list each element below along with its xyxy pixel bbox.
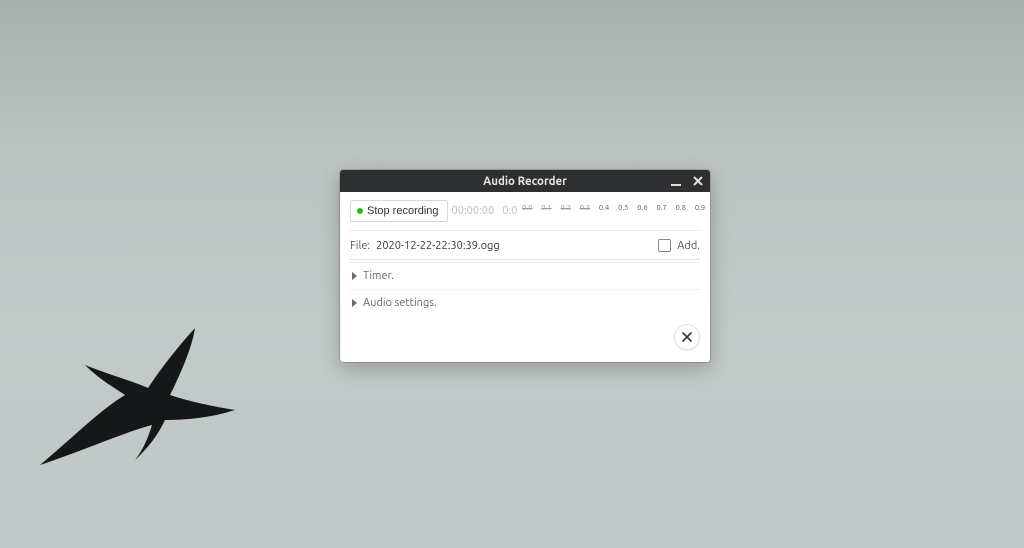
timer-expander-label: Timer.: [363, 270, 394, 282]
level-scale-tick: 0.5: [618, 204, 628, 212]
bottom-bar: [350, 316, 700, 356]
elapsed-time: 00:00:00: [452, 205, 495, 217]
recording-status-row: Stop recording 00:00:00 0.0 0.0 0.1 0.2 0.3…: [350, 192, 700, 231]
add-checkbox[interactable]: [658, 239, 671, 252]
file-divider: [350, 259, 700, 260]
wallpaper-eagle-silhouette: [30, 320, 250, 490]
add-label: Add.: [677, 240, 700, 252]
file-label: File:: [350, 240, 370, 252]
recording-indicator-icon: [357, 208, 363, 214]
chevron-right-icon: [352, 272, 357, 280]
minimize-button[interactable]: [668, 173, 684, 189]
audio-settings-expander-label: Audio settings.: [363, 297, 437, 309]
stop-recording-button[interactable]: Stop recording: [350, 200, 448, 222]
stop-recording-label: Stop recording: [367, 205, 439, 217]
titlebar[interactable]: Audio Recorder: [340, 170, 710, 192]
audio-recorder-window: Audio Recorder Stop recording 00:00:00 0…: [340, 170, 710, 362]
level-current: 0.0: [502, 205, 517, 217]
level-scale-tick: 0.8: [676, 204, 686, 212]
timer-expander[interactable]: Timer.: [350, 262, 700, 289]
level-scale: 0.00.10.20.30.40.50.60.70.80.9: [527, 204, 700, 218]
window-content: Stop recording 00:00:00 0.0 0.0 0.1 0.2 0.3…: [340, 192, 710, 362]
level-scale-tick: 0.3: [580, 204, 590, 212]
level-scale-tick: 0.2: [561, 204, 571, 212]
level-scale-tick: 0.1: [541, 204, 551, 212]
audio-settings-expander[interactable]: Audio settings.: [350, 289, 700, 316]
file-row: File: 2020-12-22-22:30:39.ogg Add.: [350, 231, 700, 258]
level-scale-tick: 0.4: [599, 204, 609, 212]
level-scale-tick: 0.6: [637, 204, 647, 212]
window-title: Audio Recorder: [483, 175, 567, 188]
chevron-right-icon: [352, 299, 357, 307]
level-scale-tick: 0.7: [656, 204, 666, 212]
level-scale-tick: 0.0: [522, 204, 532, 212]
close-button[interactable]: [690, 173, 706, 189]
file-name: 2020-12-22-22:30:39.ogg: [376, 240, 652, 252]
close-icon: [682, 332, 692, 342]
level-scale-tick: 0.9: [695, 204, 705, 212]
dismiss-button[interactable]: [674, 324, 700, 350]
